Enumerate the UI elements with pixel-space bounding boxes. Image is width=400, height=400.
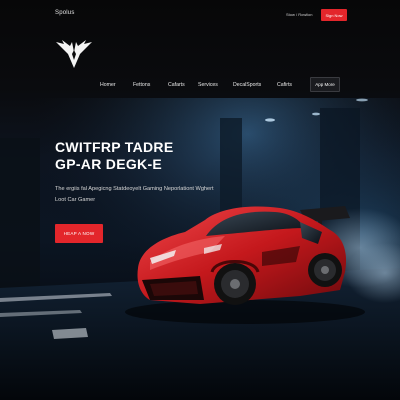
nav-item-cafarts[interactable]: Cafarts (168, 80, 185, 90)
hero-title: CWITFRP TADRE GP-AR DEGK-E (55, 139, 173, 173)
nav-item-home[interactable]: Homer (100, 80, 116, 90)
nav-item-cafirts[interactable]: Cafirts (277, 80, 292, 90)
hero-subtitle: The ergiis fal Apegicng Statdeoyelt Gami… (55, 186, 214, 203)
hero-title-line-1: CWITFRP TADRE (55, 139, 174, 155)
sign-up-button[interactable]: Sign Now (321, 9, 347, 21)
account-link[interactable]: Stow / Rowlion (286, 12, 312, 17)
main-nav: Homer Fettons Cafarts Services DecalSpor… (0, 80, 400, 92)
nav-item-decalsports[interactable]: DecalSports (233, 80, 261, 90)
nav-item-services[interactable]: Services (198, 80, 218, 90)
winged-emblem-icon[interactable] (54, 38, 94, 70)
nav-item-features[interactable]: Fettons (133, 80, 150, 90)
brand-name[interactable]: Spolus (55, 10, 75, 16)
top-bar: Spolus Stow / Rowlion Sign Now (0, 0, 400, 28)
hero-cta-button[interactable]: HEAP A NOW (55, 224, 103, 243)
nav-app-more-button[interactable]: App More (310, 77, 340, 92)
landing-page: Spolus Stow / Rowlion Sign Now Homer Fet… (0, 0, 400, 400)
hero-title-line-2: GP-AR DEGK-E (55, 156, 163, 172)
